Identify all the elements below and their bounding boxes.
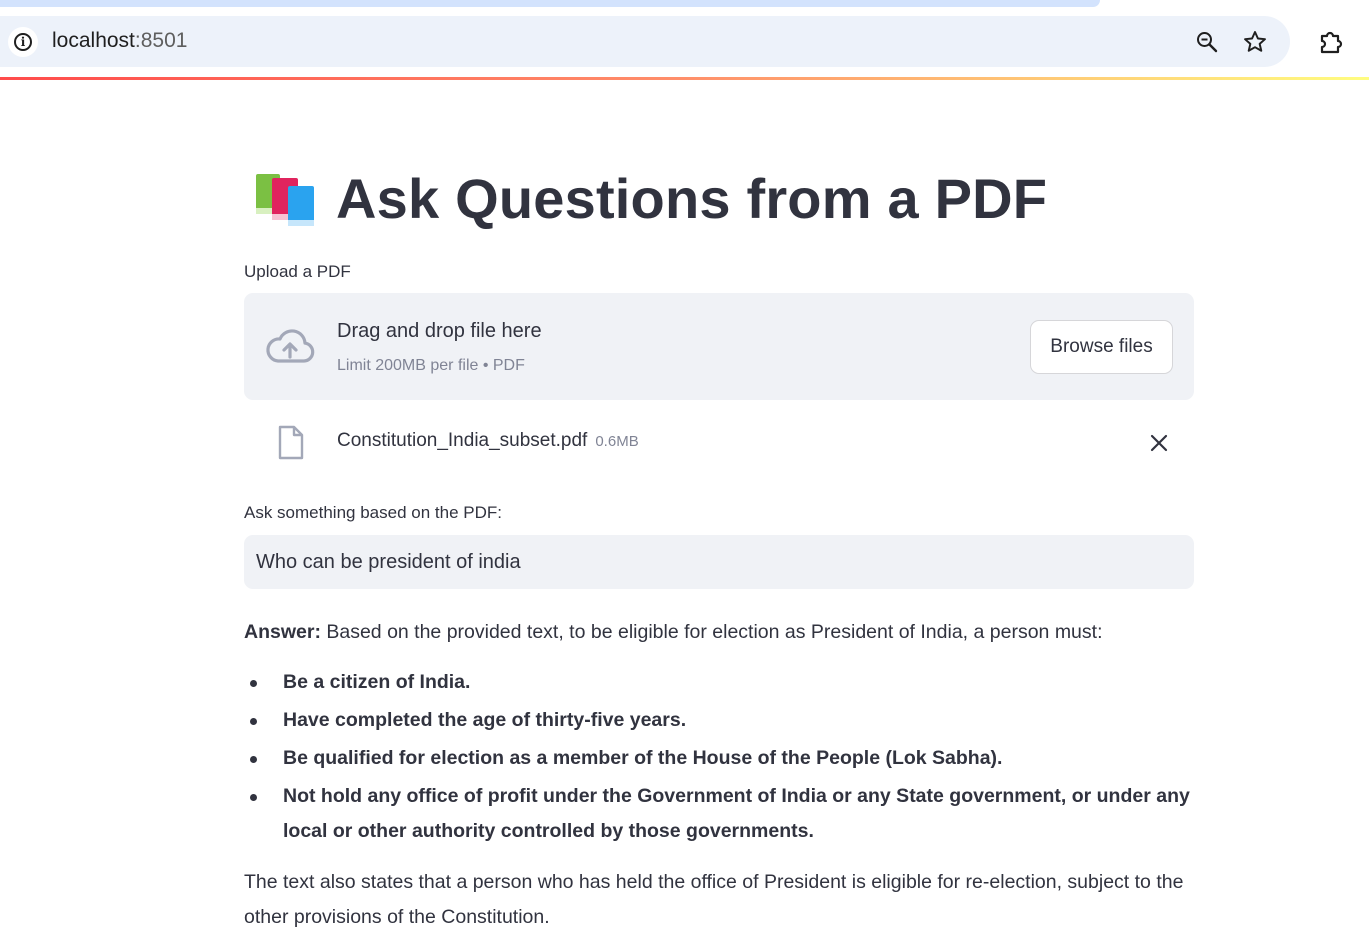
question-label: Ask something based on the PDF: [244, 503, 502, 522]
remove-file-close-icon[interactable] [1147, 431, 1171, 455]
app-header-decoration [0, 77, 1369, 80]
url-text[interactable]: localhost:8501 [52, 29, 187, 53]
answer-prefix: Answer: [244, 621, 321, 643]
question-input[interactable] [244, 535, 1194, 589]
cloud-upload-icon [264, 327, 316, 367]
answer-block: Answer: Based on the provided text, to b… [244, 615, 1194, 935]
page-title: Ask Questions from a PDF [336, 166, 1048, 230]
list-item: Be qualified for election as a member of… [244, 741, 1194, 776]
list-item: Not hold any office of profit under the … [244, 779, 1194, 849]
answer-intro: Answer: Based on the provided text, to b… [244, 615, 1194, 650]
file-dropzone[interactable]: Drag and drop file here Limit 200MB per … [244, 293, 1194, 400]
list-item: Be a citizen of India. [244, 665, 1194, 700]
file-icon [277, 425, 305, 461]
uploaded-file-name: Constitution_India_subset.pdf [337, 430, 588, 451]
uploaded-file-info: Constitution_India_subset.pdf 0.6MB [337, 430, 639, 452]
uploaded-file-row: Constitution_India_subset.pdf 0.6MB [244, 415, 1194, 471]
zoom-icon[interactable] [1193, 28, 1221, 56]
tab-strip [0, 0, 1100, 7]
site-info-icon[interactable]: i [8, 27, 38, 57]
url-host: localhost [52, 29, 135, 52]
eligibility-list: Be a citizen of India. Have completed th… [244, 665, 1194, 849]
answer-intro-text: Based on the provided text, to be eligib… [320, 621, 1103, 643]
address-bar[interactable]: i localhost:8501 [0, 16, 1290, 67]
dropzone-limit: Limit 200MB per file • PDF [337, 357, 525, 374]
upload-label: Upload a PDF [244, 262, 351, 281]
list-item: Have completed the age of thirty-five ye… [244, 703, 1194, 738]
books-icon [254, 168, 316, 228]
answer-outro: The text also states that a person who h… [244, 871, 1184, 929]
bookmark-star-icon[interactable] [1241, 28, 1269, 56]
browser-chrome: i localhost:8501 [0, 0, 1369, 80]
dropzone-instructions: Drag and drop file here [337, 320, 542, 342]
extensions-puzzle-icon[interactable] [1316, 27, 1346, 57]
browse-files-button[interactable]: Browse files [1030, 320, 1173, 374]
page-title-row: Ask Questions from a PDF [254, 166, 1048, 230]
uploaded-file-size: 0.6MB [595, 433, 639, 450]
url-port: :8501 [134, 29, 188, 52]
